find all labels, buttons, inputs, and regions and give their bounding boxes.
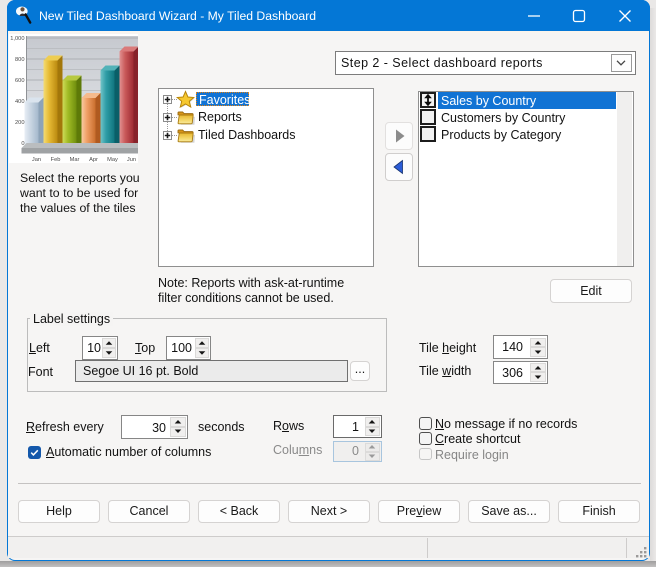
- svg-text:600: 600: [15, 78, 25, 84]
- svg-text:1,000: 1,000: [10, 36, 24, 42]
- svg-text:400: 400: [15, 99, 25, 105]
- svg-text:200: 200: [15, 120, 25, 126]
- svg-text:800: 800: [15, 57, 25, 63]
- svg-text:Apr: Apr: [89, 157, 98, 163]
- svg-text:Jun: Jun: [127, 157, 136, 163]
- svg-text:Feb: Feb: [51, 157, 61, 163]
- svg-text:Mar: Mar: [70, 157, 80, 163]
- svg-text:Jan: Jan: [32, 157, 41, 163]
- svg-text:May: May: [107, 157, 118, 163]
